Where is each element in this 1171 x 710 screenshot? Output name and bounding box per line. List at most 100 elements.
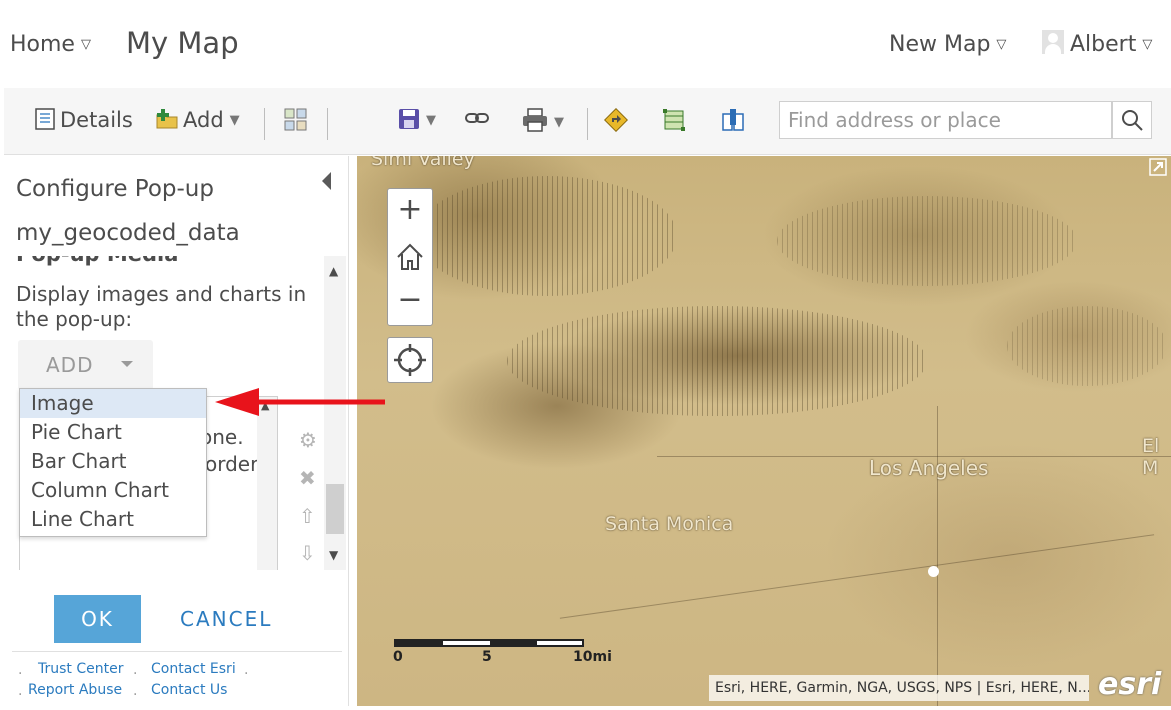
details-label: Details bbox=[60, 108, 133, 132]
footer-divider bbox=[12, 651, 342, 652]
zoom-out-button[interactable]: − bbox=[388, 280, 432, 324]
chevron-down-icon: ▼ bbox=[554, 115, 564, 130]
page-title: My Map bbox=[126, 26, 239, 60]
map-terrain bbox=[507, 306, 927, 416]
media-list-text: order bbox=[205, 452, 259, 476]
media-prompt: Display images and charts in the pop-up: bbox=[16, 282, 307, 331]
save-button[interactable]: ▼ bbox=[398, 108, 436, 132]
chevron-down-icon[interactable]: ▼ bbox=[329, 548, 338, 562]
add-media-button[interactable]: ADD bbox=[18, 340, 153, 390]
dropdown-option-line-chart[interactable]: Line Chart bbox=[20, 505, 206, 534]
dropdown-option-pie-chart[interactable]: Pie Chart bbox=[20, 418, 206, 447]
map-terrain bbox=[1007, 306, 1167, 386]
chevron-up-icon[interactable]: ▲ bbox=[329, 264, 338, 278]
map-toolbar: Details Add ▼ ▼ ▼ Find address or place bbox=[4, 88, 1171, 155]
media-list-scrollbar[interactable]: ▲ bbox=[257, 397, 277, 570]
save-icon bbox=[399, 109, 419, 129]
top-header: Home ▽ My Map New Map ▽ Albert ▽ bbox=[0, 0, 1171, 88]
search-box bbox=[779, 101, 1112, 139]
dropdown-option-column-chart[interactable]: Column Chart bbox=[20, 476, 206, 505]
gear-icon[interactable]: ⚙ bbox=[299, 428, 317, 452]
footer-bullet: . bbox=[244, 662, 249, 678]
map-label-el-monte: El M bbox=[1142, 435, 1160, 479]
footer-bullet: . bbox=[18, 662, 23, 678]
map-label-santa-monica: Santa Monica bbox=[605, 513, 734, 535]
map-notes-button[interactable] bbox=[721, 108, 745, 137]
toolbar-divider bbox=[327, 108, 328, 140]
map-road bbox=[937, 406, 938, 706]
user-name: Albert bbox=[1070, 32, 1137, 57]
expand-icon[interactable] bbox=[1149, 158, 1167, 176]
panel-title: Configure Pop-up bbox=[16, 176, 214, 202]
add-layer-icon bbox=[156, 109, 178, 129]
scale-label: 0 bbox=[393, 649, 403, 665]
arrow-down-icon[interactable]: ⇩ bbox=[299, 541, 316, 565]
measure-icon bbox=[663, 109, 685, 131]
home-extent-button[interactable] bbox=[388, 235, 432, 279]
chevron-down-icon: ▽ bbox=[1142, 37, 1153, 52]
home-menu[interactable]: Home ▽ bbox=[10, 32, 91, 57]
print-button[interactable]: ▼ bbox=[522, 108, 564, 134]
user-menu[interactable]: Albert ▽ bbox=[1042, 30, 1152, 57]
new-map-label: New Map bbox=[889, 32, 991, 57]
add-button[interactable]: Add ▼ bbox=[155, 108, 240, 132]
map-label-simi-valley: Simi Valley bbox=[371, 156, 475, 170]
map-terrain bbox=[777, 196, 1077, 286]
directions-button[interactable] bbox=[603, 107, 629, 137]
footer-bullet: . bbox=[133, 683, 138, 699]
crosshair-icon bbox=[394, 344, 426, 376]
chevron-down-icon: ▼ bbox=[229, 113, 240, 128]
section-heading: Pop-up Media bbox=[16, 256, 178, 266]
cancel-button[interactable]: CANCEL bbox=[180, 607, 272, 631]
arrow-up-icon[interactable]: ⇧ bbox=[299, 504, 316, 528]
details-button[interactable]: Details bbox=[34, 108, 133, 132]
media-type-dropdown: Image Pie Chart Bar Chart Column Chart L… bbox=[19, 388, 207, 537]
zoom-in-button[interactable]: + bbox=[388, 189, 432, 233]
dropdown-option-bar-chart[interactable]: Bar Chart bbox=[20, 447, 206, 476]
share-button[interactable] bbox=[464, 108, 490, 133]
ok-button[interactable]: OK bbox=[54, 595, 141, 643]
esri-logo[interactable]: esri bbox=[1098, 667, 1161, 702]
map-view[interactable]: Simi Valley Los Angeles Santa Monica El … bbox=[357, 156, 1171, 706]
location-marker[interactable] bbox=[928, 566, 939, 577]
avatar bbox=[1042, 30, 1064, 54]
footer-bullet: . bbox=[133, 662, 138, 678]
chevron-down-icon: ▼ bbox=[426, 113, 436, 128]
scale-label: 5 bbox=[482, 649, 492, 665]
close-icon[interactable]: ✖ bbox=[299, 466, 316, 490]
basemap-gallery-button[interactable] bbox=[284, 108, 308, 137]
contact-esri-link[interactable]: Contact Esri bbox=[151, 661, 236, 677]
locate-button[interactable] bbox=[387, 337, 433, 383]
zoom-control: + − bbox=[387, 188, 433, 326]
details-icon bbox=[35, 108, 55, 130]
print-icon bbox=[523, 108, 547, 132]
search-input[interactable] bbox=[780, 102, 1112, 138]
new-map-menu[interactable]: New Map ▽ bbox=[889, 32, 1006, 57]
trust-center-link[interactable]: Trust Center bbox=[38, 661, 123, 677]
measure-button[interactable] bbox=[662, 108, 686, 137]
layer-name: my_geocoded_data bbox=[16, 220, 240, 246]
toolbar-divider bbox=[264, 108, 265, 140]
map-road bbox=[559, 534, 1155, 619]
book-icon bbox=[722, 109, 744, 131]
map-terrain bbox=[417, 176, 677, 296]
annotation-arrow-icon bbox=[215, 388, 385, 416]
map-label-los-angeles: Los Angeles bbox=[869, 456, 989, 480]
scrollbar-thumb[interactable] bbox=[326, 484, 344, 534]
dropdown-option-image[interactable]: Image bbox=[20, 389, 206, 418]
search-icon bbox=[1122, 110, 1143, 131]
add-media-label: ADD bbox=[46, 353, 94, 377]
chevron-down-icon: ▽ bbox=[80, 37, 91, 52]
map-attribution[interactable]: Esri, HERE, Garmin, NGA, USGS, NPS | Esr… bbox=[709, 675, 1089, 701]
directions-icon bbox=[603, 107, 629, 133]
report-abuse-link[interactable]: Report Abuse bbox=[28, 682, 122, 698]
footer-bullet: . bbox=[18, 683, 23, 699]
add-label: Add bbox=[183, 108, 224, 132]
contact-us-link[interactable]: Contact Us bbox=[151, 682, 227, 698]
collapse-panel-icon[interactable] bbox=[322, 172, 331, 190]
chevron-down-icon bbox=[121, 361, 133, 367]
search-button[interactable] bbox=[1112, 101, 1152, 139]
home-label: Home bbox=[10, 32, 75, 57]
link-icon bbox=[465, 113, 489, 123]
scale-label: 10mi bbox=[573, 649, 612, 665]
